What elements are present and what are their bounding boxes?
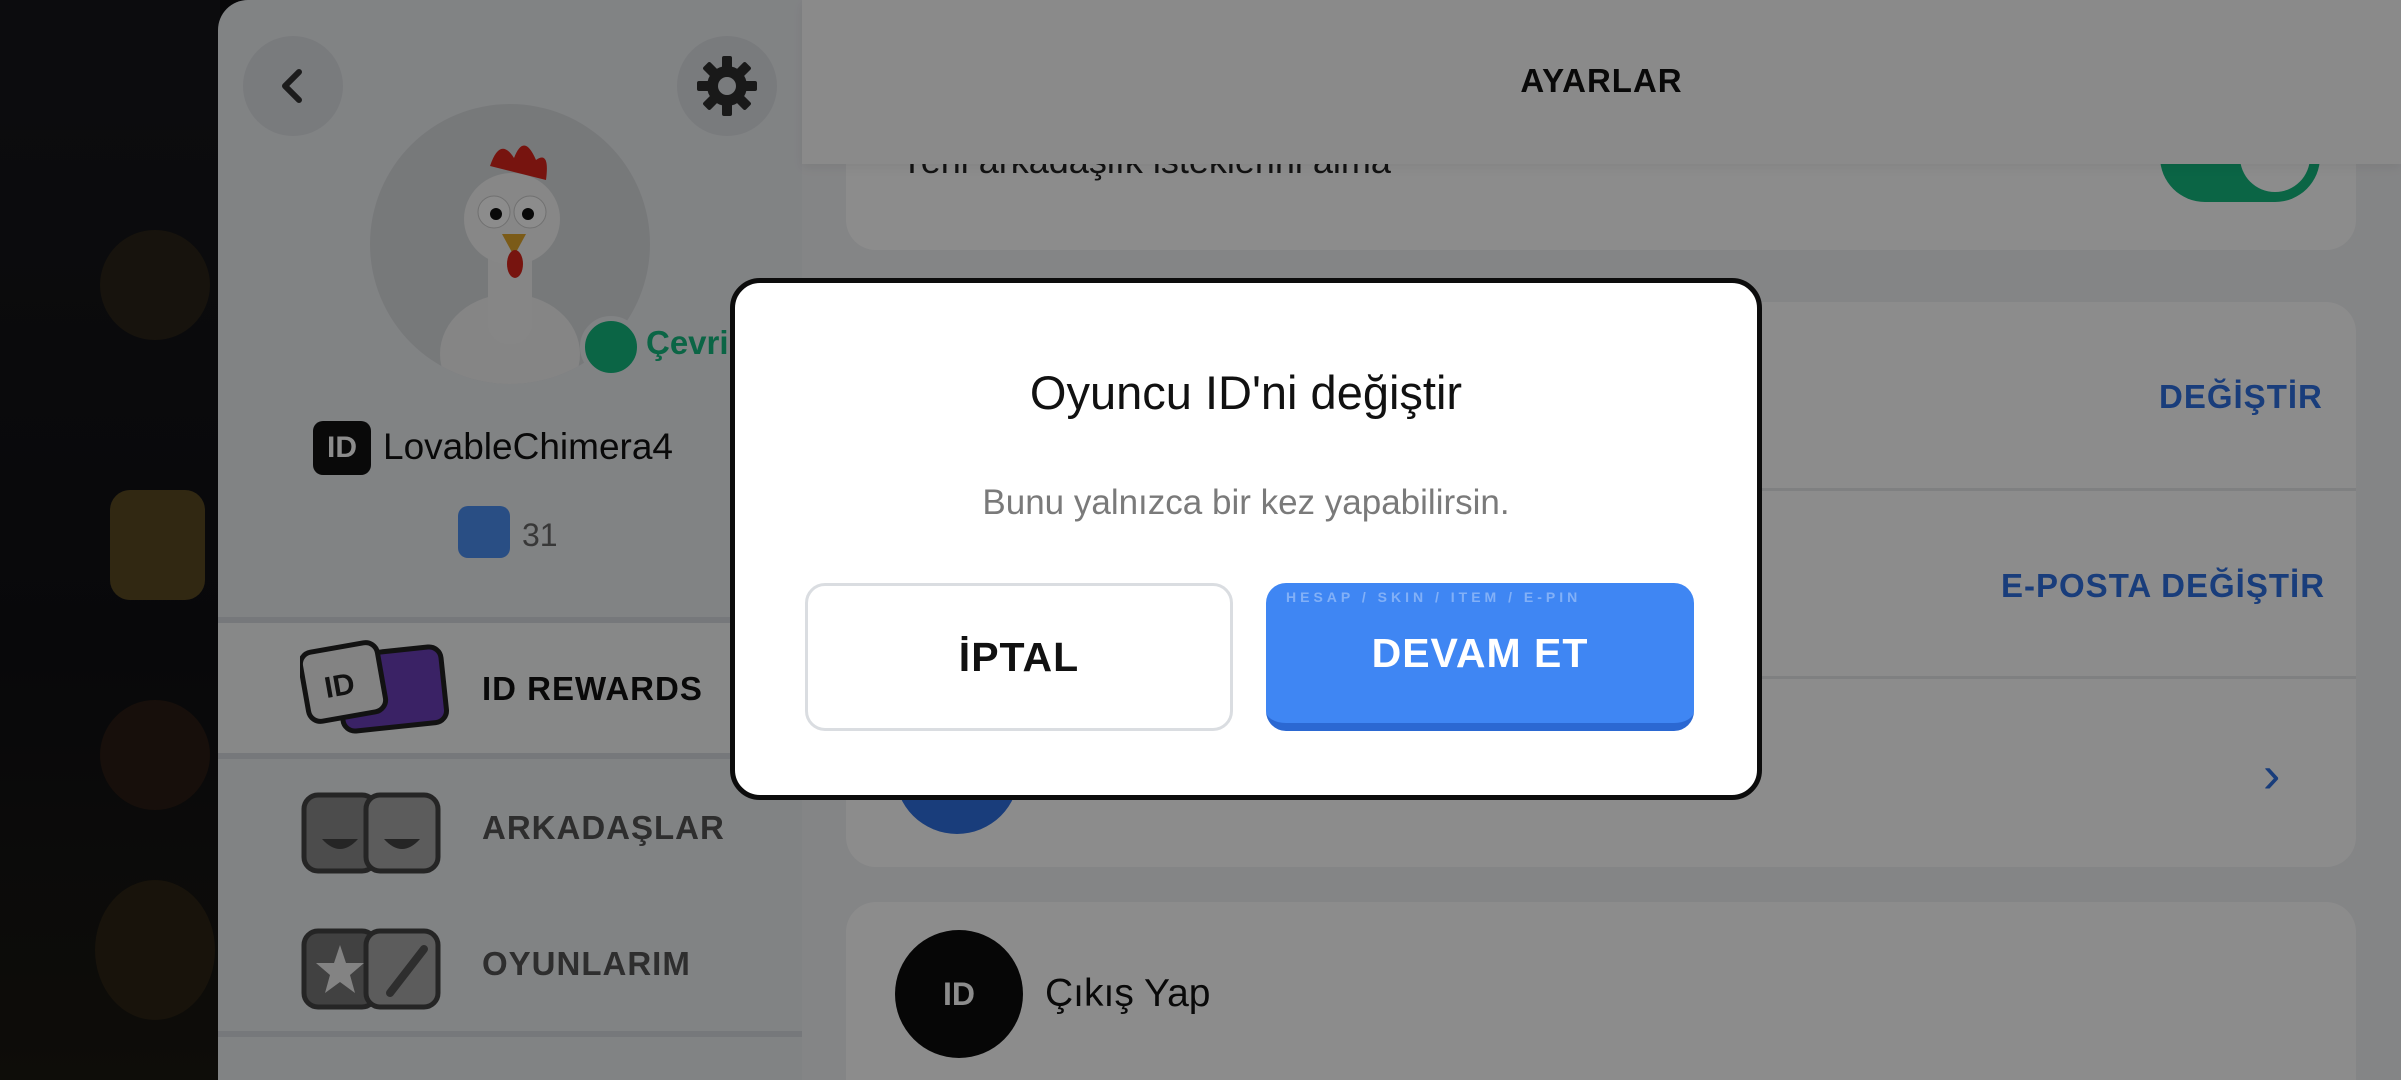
dialog-subtitle: Bunu yalnızca bir kez yapabilirsin. (982, 483, 1510, 522)
cancel-button[interactable]: İPTAL (805, 583, 1233, 731)
continue-button-label: DEVAM ET (1371, 629, 1589, 676)
dialog-title: Oyuncu ID'ni değiştir (1029, 366, 1463, 419)
continue-button[interactable]: HESAP / SKIN / ITEM / E-PIN DEVAM ET (1266, 583, 1694, 731)
watermark: HESAP / SKIN / ITEM / E-PIN (1286, 589, 1582, 605)
change-player-id-dialog: Oyuncu ID'ni değiştir Bunu yalnızca bir … (730, 278, 1762, 800)
